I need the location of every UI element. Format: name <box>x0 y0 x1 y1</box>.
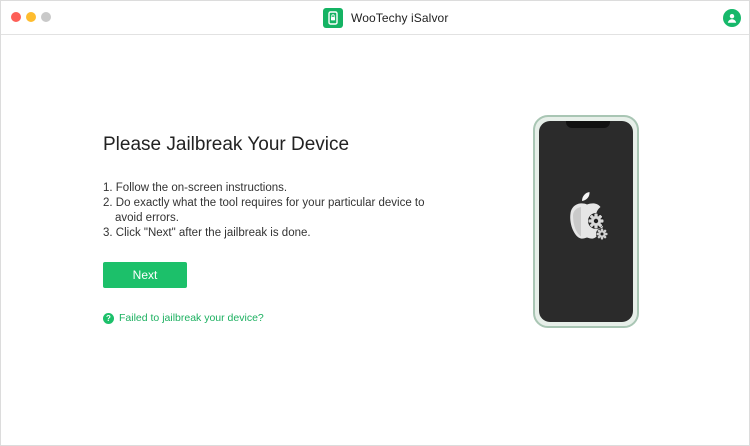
jailbreak-help-link[interactable]: ? Failed to jailbreak your device? <box>103 311 264 325</box>
page-title: Please Jailbreak Your Device <box>103 134 350 155</box>
instruction-text-continued: avoid errors. <box>115 212 179 224</box>
app-logo-icon <box>323 8 343 28</box>
window-maximize-button[interactable] <box>41 12 51 22</box>
main-content: Please Jailbreak Your Device 1. Follow t… <box>1 36 749 445</box>
next-button[interactable]: Next <box>103 262 187 288</box>
app-window: WooTechy iSalvor Please Jailbreak Your D… <box>0 0 750 446</box>
user-account-icon[interactable] <box>723 9 741 27</box>
instruction-list: 1. Follow the on-screen instructions. 2.… <box>103 181 433 241</box>
title-bar: WooTechy iSalvor <box>1 1 749 35</box>
window-close-button[interactable] <box>11 12 21 22</box>
device-screen <box>539 121 633 322</box>
instruction-text: 2. Do exactly what the tool requires for… <box>103 197 425 209</box>
apple-jailbreak-gear-icon <box>570 192 608 240</box>
help-link-label: Failed to jailbreak your device? <box>119 312 264 324</box>
window-minimize-button[interactable] <box>26 12 36 22</box>
instruction-step-2: 2. Do exactly what the tool requires for… <box>103 196 433 226</box>
device-notch <box>566 121 610 128</box>
app-title-group: WooTechy iSalvor <box>323 8 448 28</box>
instruction-step-1: 1. Follow the on-screen instructions. <box>103 181 433 196</box>
device-illustration <box>533 115 639 328</box>
question-circle-icon: ? <box>103 312 114 324</box>
instruction-step-3: 3. Click "Next" after the jailbreak is d… <box>103 226 433 241</box>
app-title: WooTechy iSalvor <box>351 11 449 25</box>
instruction-text: 3. Click "Next" after the jailbreak is d… <box>103 227 311 239</box>
instruction-text: 1. Follow the on-screen instructions. <box>103 182 288 194</box>
